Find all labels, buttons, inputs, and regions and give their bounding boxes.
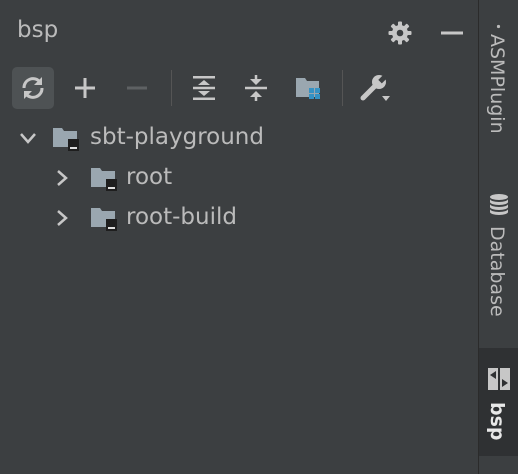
chevron-right-icon[interactable] bbox=[50, 206, 74, 230]
expand-all-button[interactable] bbox=[183, 67, 225, 109]
settings-button[interactable] bbox=[385, 18, 415, 48]
tree-item-label: root-build bbox=[126, 204, 237, 230]
collapse-all-icon bbox=[245, 75, 267, 101]
module-folder-icon bbox=[91, 168, 117, 191]
hide-button[interactable] bbox=[437, 18, 467, 48]
plus-icon bbox=[75, 78, 95, 98]
module-folder-icon bbox=[91, 208, 117, 231]
minus-icon bbox=[127, 86, 147, 90]
wrench-icon bbox=[360, 74, 390, 101]
sidebar-tab-label: Database bbox=[486, 226, 508, 317]
tool-window-header: bsp bbox=[0, 0, 478, 60]
bsp-icon bbox=[488, 368, 510, 390]
expand-all-icon bbox=[193, 76, 215, 100]
sidebar-tab-asmplugin[interactable]: ASMPlugin bbox=[479, 20, 518, 160]
bsp-settings-button[interactable] bbox=[354, 67, 396, 109]
collapse-all-button[interactable] bbox=[235, 67, 277, 109]
project-structure-button[interactable] bbox=[288, 67, 330, 109]
tree-item-label: root bbox=[126, 164, 173, 190]
project-structure-icon bbox=[296, 78, 320, 99]
tree-item-root-build[interactable]: root-build bbox=[0, 198, 478, 238]
refresh-icon bbox=[22, 77, 44, 99]
sidebar-tab-bsp[interactable]: bsp bbox=[479, 348, 518, 456]
plugin-icon bbox=[496, 24, 501, 29]
module-folder-icon bbox=[53, 128, 79, 151]
right-tool-window-bar: ASMPlugin Database bsp bbox=[478, 0, 518, 474]
toolbar-separator bbox=[171, 70, 172, 106]
gear-icon bbox=[388, 21, 412, 45]
chevron-down-icon[interactable] bbox=[16, 126, 40, 150]
tree-item-root[interactable]: root bbox=[0, 158, 478, 198]
minimize-icon bbox=[441, 31, 463, 35]
database-icon bbox=[490, 194, 508, 215]
toolbar bbox=[0, 62, 478, 114]
sidebar-tab-label: ASMPlugin bbox=[486, 34, 508, 134]
sidebar-tab-label: bsp bbox=[486, 402, 508, 441]
refresh-button[interactable] bbox=[12, 67, 54, 109]
tree-item-label: sbt-playground bbox=[90, 124, 264, 150]
toolbar-separator bbox=[342, 70, 343, 106]
bsp-tool-window: bsp sbt-playground root root-build bbox=[0, 0, 478, 474]
tree-item-sbt-playground[interactable]: sbt-playground bbox=[0, 118, 478, 158]
sidebar-tab-database[interactable]: Database bbox=[479, 190, 518, 335]
tool-window-title: bsp bbox=[17, 17, 59, 43]
add-button[interactable] bbox=[64, 67, 106, 109]
remove-button[interactable] bbox=[116, 67, 158, 109]
chevron-right-icon[interactable] bbox=[50, 166, 74, 190]
